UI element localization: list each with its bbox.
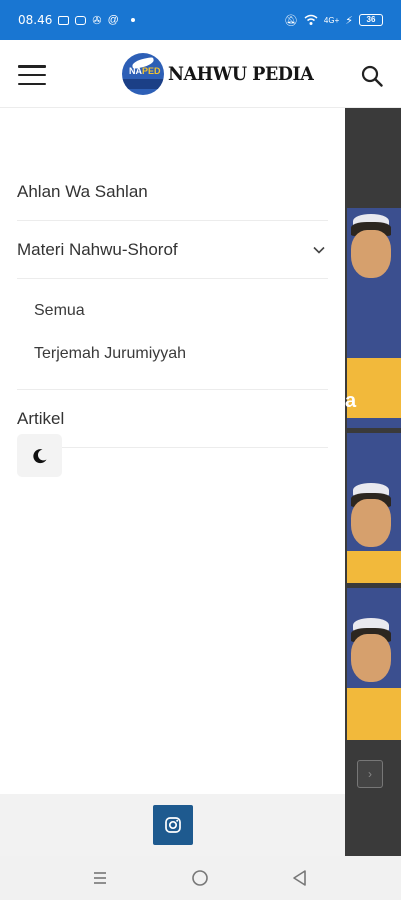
drawer-footer (0, 794, 345, 856)
home-icon[interactable] (190, 868, 210, 888)
menu-item-artikel[interactable]: Artikel (17, 390, 328, 448)
background-text: a (345, 390, 357, 412)
battery-level: 36 (366, 15, 376, 24)
site-logo[interactable]: NAPED NAHWU PEDIA (122, 53, 326, 95)
wifi-icon (304, 14, 318, 25)
menu-item-label: Ahlan Wa Sahlan (17, 181, 148, 201)
battery-icon: 36 (359, 14, 383, 26)
menu-item-materi-nahwu-shorof[interactable]: Materi Nahwu-Shorof (17, 221, 328, 279)
background-card-2 (347, 433, 401, 583)
menu-item-label: Artikel (17, 408, 65, 428)
mute-icon: 🔕︎ (283, 14, 298, 27)
youtube-notification-icon (58, 15, 70, 25)
next-arrow-button[interactable]: › (357, 760, 383, 788)
menu-item-ahlan-wa-sahlan[interactable]: Ahlan Wa Sahlan (17, 163, 328, 221)
system-navigation-bar (0, 856, 401, 900)
drawer-menu: Ahlan Wa Sahlan Materi Nahwu-Shorof Semu… (17, 163, 328, 448)
status-time: 08.46 (18, 13, 53, 27)
instagram-notification-icon (75, 15, 87, 25)
app-header: NAPED NAHWU PEDIA (0, 40, 401, 108)
network-type-label: 4G+ (323, 15, 340, 25)
status-bar: 08.46 ✇ @ 🔕︎ 4G+ ⚡ 36 (0, 0, 401, 40)
settings-notification-icon: ✇ (92, 14, 102, 27)
logo-badge-icon: NAPED (122, 53, 164, 95)
submenu-item-terjemah-jurumiyyah[interactable]: Terjemah Jurumiyyah (34, 332, 328, 375)
logo-text: NAHWU PEDIA (168, 63, 314, 85)
dark-mode-toggle-button[interactable] (17, 434, 62, 477)
navigation-drawer: Ahlan Wa Sahlan Materi Nahwu-Shorof Semu… (0, 108, 345, 856)
instagram-button[interactable] (153, 805, 193, 845)
menu-item-label: Materi Nahwu-Shorof (17, 239, 178, 259)
more-notifications-icon (130, 18, 135, 22)
submenu-item-semua[interactable]: Semua (34, 289, 328, 332)
moon-icon (32, 448, 46, 463)
search-icon[interactable] (360, 64, 384, 88)
recent-apps-icon[interactable] (90, 868, 110, 888)
submenu-materi: Semua Terjemah Jurumiyyah (17, 279, 328, 390)
threads-notification-icon: @ (107, 14, 119, 26)
instagram-icon (165, 817, 181, 833)
hamburger-menu-icon[interactable] (18, 65, 46, 85)
back-icon[interactable] (290, 868, 310, 888)
background-page-overlay[interactable]: a › (345, 108, 401, 856)
charging-icon: ⚡ (345, 14, 353, 27)
background-card-3 (347, 588, 401, 740)
chevron-down-icon[interactable] (312, 243, 326, 257)
